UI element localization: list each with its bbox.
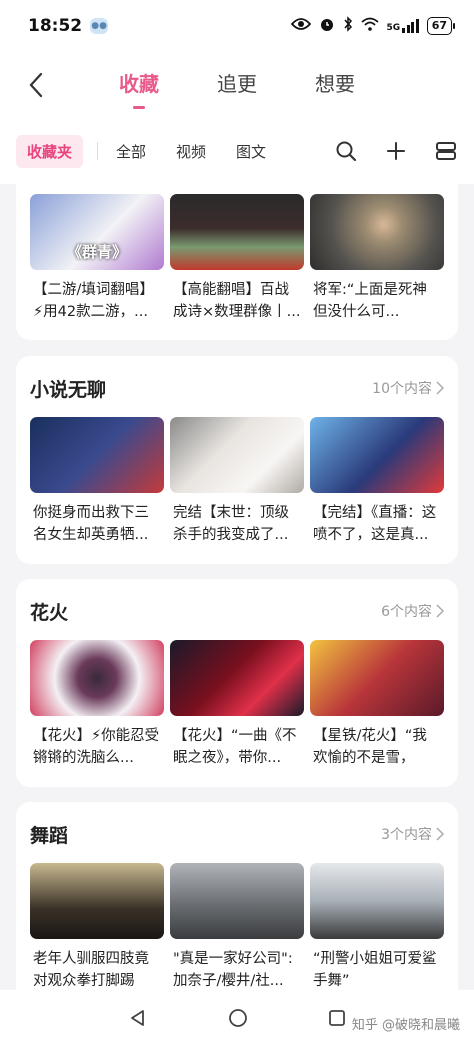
- video-thumbnail: [30, 417, 164, 493]
- top-nav: 收藏 追更 想要: [0, 52, 474, 118]
- app-notification-icon: ●●: [90, 18, 109, 34]
- tab-favorites[interactable]: 收藏: [115, 68, 163, 109]
- video-item[interactable]: 【星铁/花火】“我欢愉的不是雪，是...: [310, 640, 444, 769]
- layout-toggle-icon[interactable]: [434, 139, 458, 163]
- recents-square-icon[interactable]: [328, 1009, 346, 1027]
- video-item[interactable]: 【花火】⚡你能忍受锵锵的洗脑么...: [30, 640, 164, 769]
- collection-card[interactable]: 花火 6个内容 【花火】⚡你能忍受锵锵的洗脑么... 【花火】“一曲《不眠之夜》…: [16, 579, 458, 787]
- home-circle-icon[interactable]: [228, 1008, 248, 1028]
- video-item[interactable]: 【完结】《直播：这喷不了，这是真...: [310, 417, 444, 546]
- video-thumbnail: [310, 640, 444, 716]
- filter-bar: 收藏夹 全部 视频 图文: [0, 118, 474, 184]
- chevron-right-icon: [436, 604, 444, 618]
- network-type-label: 5G: [386, 23, 401, 33]
- clock: 18:52: [28, 16, 83, 36]
- video-item[interactable]: 老年人驯服四肢竟对观众拳打脚踢: [30, 863, 164, 990]
- collection-title: 小说无聊: [30, 378, 107, 401]
- search-icon[interactable]: [334, 139, 358, 163]
- tab-wishlist[interactable]: 想要: [311, 68, 359, 97]
- collection-count[interactable]: 3个内容: [381, 824, 444, 844]
- video-title: 【花火】“一曲《不眠之夜》，带你...: [173, 728, 297, 766]
- video-thumbnail: [30, 640, 164, 716]
- collection-card[interactable]: 小说无聊 10个内容 你挺身而出救下三名女生却英勇牺... 完结【末世：顶级杀手…: [16, 356, 458, 564]
- video-title: 【星铁/花火】“我欢愉的不是雪，是...: [313, 728, 427, 766]
- collection-count-label: 10个内容: [372, 381, 432, 397]
- signal-icon: [402, 19, 419, 33]
- chevron-right-icon: [436, 381, 444, 395]
- watermark: 知乎 @破晓和晨曦: [351, 1018, 460, 1033]
- video-thumbnail: [170, 194, 304, 270]
- video-item[interactable]: 【高能翻唱】百战成诗×数理群像丨...: [170, 194, 304, 323]
- chevron-right-icon: [436, 827, 444, 841]
- filter-divider: [97, 142, 99, 160]
- video-item[interactable]: "真是一家好公司": 加奈子/樱井/社...: [170, 863, 304, 990]
- video-thumbnail: [170, 417, 304, 493]
- tab-following-updates[interactable]: 追更: [213, 68, 261, 97]
- collection-count[interactable]: 10个内容: [372, 378, 444, 398]
- collection-count[interactable]: 6个内容: [381, 601, 444, 621]
- collection-card: 《群青》 【二游/填词翻唱】⚡用42款二游，... 【高能翻唱】百战成诗×数理群…: [16, 184, 458, 340]
- collection-title: 花火: [30, 601, 69, 624]
- eye-icon: [290, 17, 311, 35]
- video-thumbnail: 《群青》: [30, 194, 164, 270]
- filter-all[interactable]: 全部: [116, 141, 146, 162]
- bluetooth-icon: [343, 16, 353, 36]
- main-tabs: 收藏 追更 想要: [0, 68, 474, 109]
- video-thumbnail: [30, 863, 164, 939]
- video-title: “刑警小姐姐可爱鲨手舞”: [313, 951, 437, 989]
- video-title: 【完结】《直播：这喷不了，这是真...: [313, 505, 437, 543]
- battery-level: 67: [431, 19, 447, 32]
- video-thumbnail: [310, 194, 444, 270]
- video-title: "真是一家好公司": 加奈子/樱井/社...: [173, 951, 293, 989]
- back-triangle-icon[interactable]: [128, 1008, 148, 1028]
- video-item[interactable]: 你挺身而出救下三名女生却英勇牺...: [30, 417, 164, 546]
- collection-card[interactable]: 舞蹈 3个内容 老年人驯服四肢竟对观众拳打脚踢 "真是一家好公司": 加奈子/樱…: [16, 802, 458, 990]
- video-item[interactable]: 将军:“上面是死神 但没什么可...: [310, 194, 444, 323]
- collection-title: 舞蹈: [30, 824, 69, 847]
- filter-video[interactable]: 视频: [176, 141, 206, 162]
- alarm-icon: [319, 16, 335, 36]
- video-thumbnail: [310, 417, 444, 493]
- video-item[interactable]: “刑警小姐姐可爱鲨手舞”: [310, 863, 444, 990]
- filter-article[interactable]: 图文: [236, 141, 266, 162]
- favorites-list[interactable]: 《群青》 【二游/填词翻唱】⚡用42款二游，... 【高能翻唱】百战成诗×数理群…: [0, 184, 474, 990]
- status-bar: 18:52 ●● 5G 67: [0, 0, 474, 52]
- add-icon[interactable]: [384, 139, 408, 163]
- video-title: 【高能翻唱】百战成诗×数理群像丨...: [173, 282, 301, 320]
- favorites-folder-chip[interactable]: 收藏夹: [16, 134, 84, 168]
- video-title: 完结【末世：顶级杀手的我变成了...: [173, 505, 289, 543]
- video-item[interactable]: 【花火】“一曲《不眠之夜》，带你...: [170, 640, 304, 769]
- battery-icon: 67: [426, 17, 456, 35]
- collection-count-label: 3个内容: [381, 827, 432, 843]
- video-title: 老年人驯服四肢竟对观众拳打脚踢: [33, 951, 149, 989]
- video-title: 将军:“上面是死神 但没什么可...: [313, 282, 427, 320]
- video-thumbnail: [170, 640, 304, 716]
- video-title: 你挺身而出救下三名女生却英勇牺...: [33, 505, 149, 543]
- thumbnail-title: 《群青》: [66, 243, 127, 261]
- video-title: 【花火】⚡你能忍受锵锵的洗脑么...: [33, 728, 160, 766]
- video-thumbnail: [310, 863, 444, 939]
- collection-count-label: 6个内容: [381, 604, 432, 620]
- video-item[interactable]: 《群青》 【二游/填词翻唱】⚡用42款二游，...: [30, 194, 164, 323]
- video-title: 【二游/填词翻唱】⚡用42款二游，...: [33, 282, 154, 320]
- wifi-icon: [360, 17, 379, 35]
- video-item[interactable]: 完结【末世：顶级杀手的我变成了...: [170, 417, 304, 546]
- video-thumbnail: [170, 863, 304, 939]
